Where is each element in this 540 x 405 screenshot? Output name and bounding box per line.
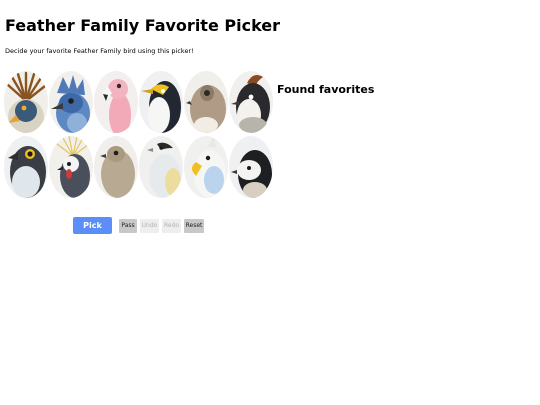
bird-option[interactable] (94, 71, 138, 133)
bird-option[interactable] (184, 136, 228, 198)
found-favorites-heading: Found favorites (277, 83, 375, 96)
bird-option[interactable] (229, 136, 273, 198)
white-gull-icon (139, 136, 183, 198)
bird-option[interactable] (49, 71, 93, 133)
redo-button[interactable]: Redo (162, 219, 181, 233)
bird-option[interactable] (4, 71, 48, 133)
crowned-crane-icon (49, 136, 93, 198)
bird-option[interactable] (94, 136, 138, 198)
chickadee-icon (229, 136, 273, 198)
undo-button[interactable]: Undo (140, 219, 159, 233)
pink-flamingo-icon (94, 71, 138, 133)
osprey-icon (4, 136, 48, 198)
blue-crested-bird-icon (49, 71, 93, 133)
bird-option[interactable] (229, 71, 273, 133)
bird-option[interactable] (184, 71, 228, 133)
bird-option[interactable] (49, 136, 93, 198)
penguin-icon (139, 71, 183, 133)
page-title: Feather Family Favorite Picker (5, 16, 281, 35)
bird-option[interactable] (4, 136, 48, 198)
pick-button[interactable]: Pick (73, 217, 112, 234)
bird-grid (4, 71, 274, 201)
secretarybird-icon (4, 71, 48, 133)
bird-option[interactable] (139, 136, 183, 198)
owl-icon (184, 71, 228, 133)
reset-button[interactable]: Reset (184, 219, 204, 233)
bird-option[interactable] (139, 71, 183, 133)
cockatoo-icon (184, 136, 228, 198)
pass-button[interactable]: Pass (119, 219, 137, 233)
crested-bird-icon (229, 71, 273, 133)
page-subtitle: Decide your favorite Feather Family bird… (5, 47, 194, 55)
dove-icon (94, 136, 138, 198)
